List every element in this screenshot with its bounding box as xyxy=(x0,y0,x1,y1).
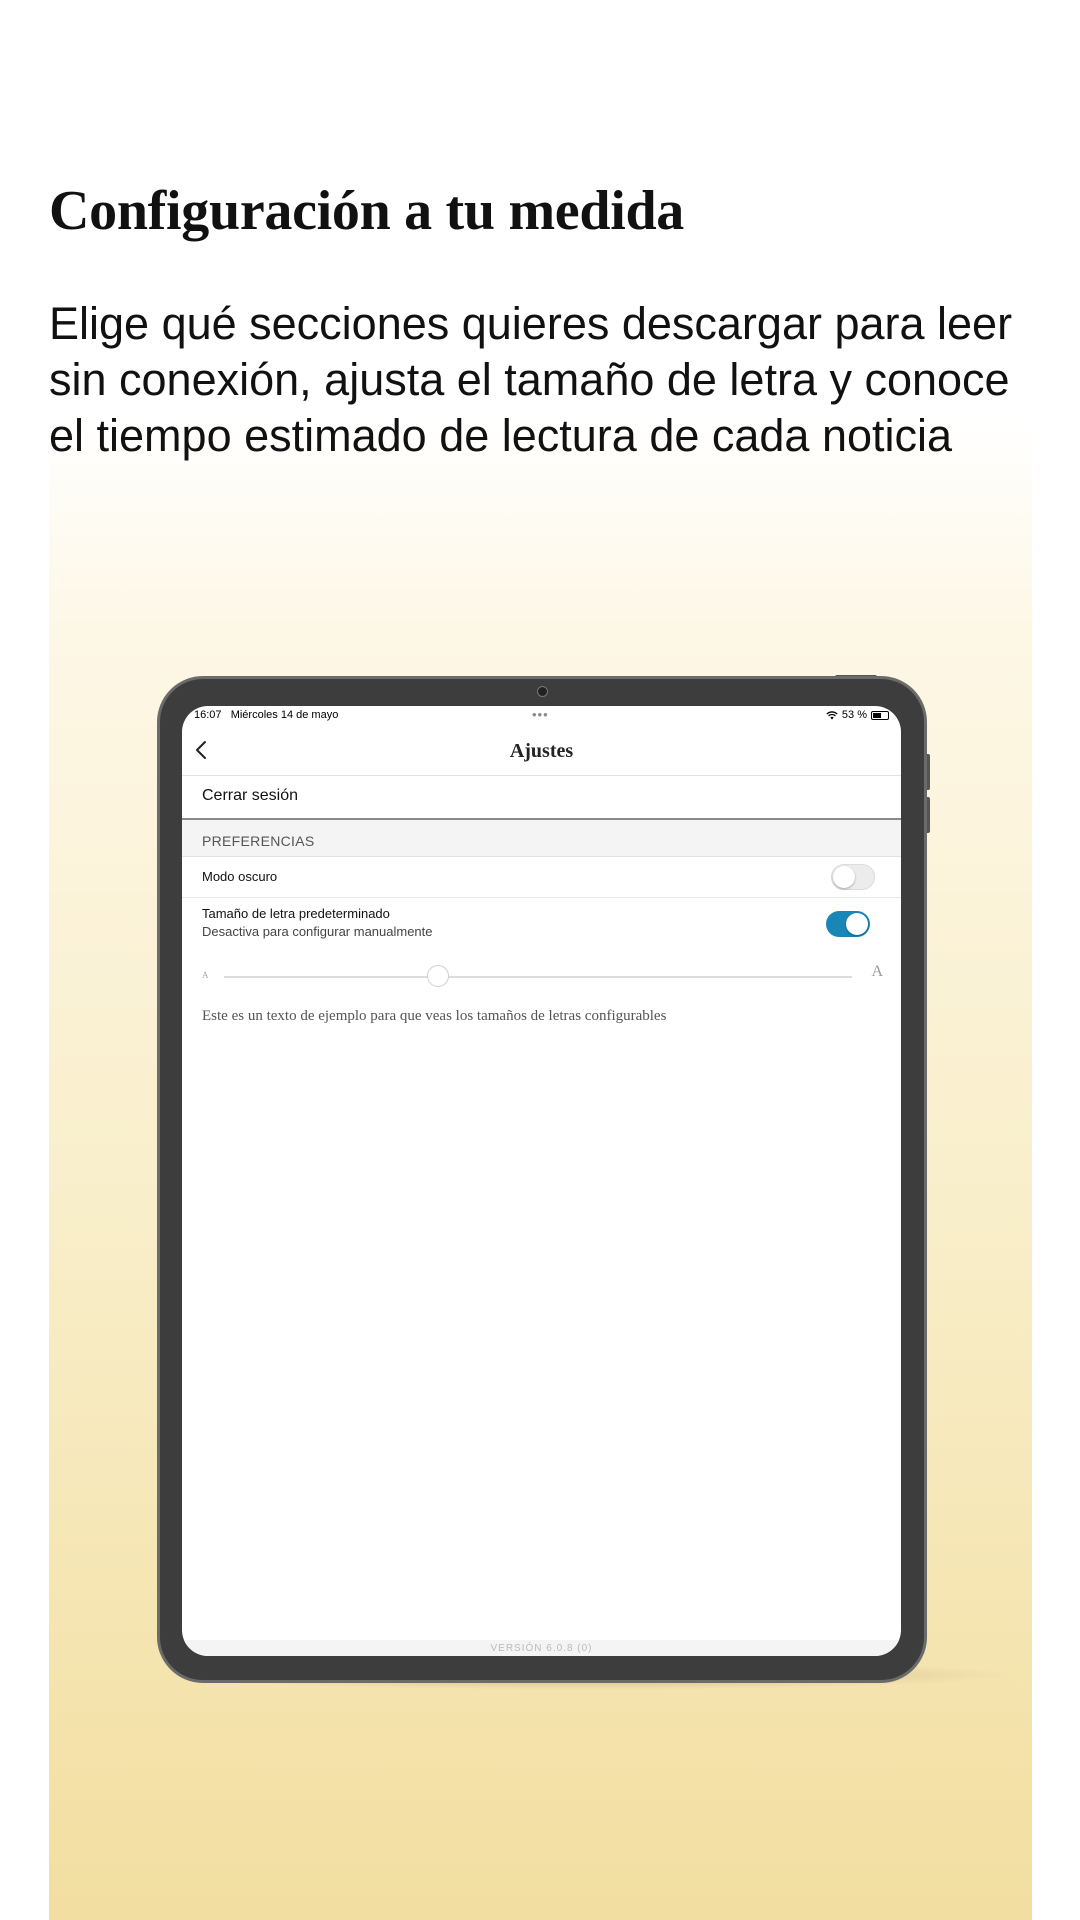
default-font-size-toggle[interactable] xyxy=(826,911,870,937)
default-font-size-label: Tamaño de letra predeterminado xyxy=(202,906,390,921)
sample-text: Este es un texto de ejemplo para que vea… xyxy=(202,1008,667,1024)
font-size-small-icon: A xyxy=(202,970,209,980)
tablet-screen: 16:07 Miércoles 14 de mayo ••• 53 % Ajus… xyxy=(182,706,901,1656)
status-time-date: 16:07 Miércoles 14 de mayo xyxy=(194,709,338,721)
font-size-slider-track[interactable] xyxy=(224,976,852,978)
dark-mode-toggle[interactable] xyxy=(831,864,875,890)
toggle-knob xyxy=(833,866,855,888)
toggle-knob xyxy=(846,913,868,935)
version-label: VERSIÓN 6.0.8 (0) xyxy=(490,1643,593,1654)
status-date: Miércoles 14 de mayo xyxy=(230,709,339,721)
status-right: 53 % xyxy=(826,709,889,721)
wifi-icon xyxy=(826,710,838,719)
status-time: 16:07 xyxy=(194,709,222,721)
font-size-large-icon: A xyxy=(871,963,883,980)
default-font-size-row: Tamaño de letra predeterminado Desactiva… xyxy=(182,898,901,954)
version-footer: VERSIÓN 6.0.8 (0) xyxy=(182,1640,901,1656)
page-title: Ajustes xyxy=(509,740,574,762)
font-size-slider-thumb[interactable] xyxy=(426,965,449,987)
promo-subtitle: Elige qué secciones quieres descargar pa… xyxy=(49,298,1013,461)
section-header-label: PREFERENCIAS xyxy=(202,833,315,849)
camera-icon xyxy=(537,686,548,697)
promo-headline: Configuración a tu medida xyxy=(49,180,684,242)
section-header-preferences: PREFERENCIAS xyxy=(182,820,901,857)
font-size-slider-row: A A xyxy=(182,958,901,988)
default-font-size-sublabel: Desactiva para configurar manualmente xyxy=(202,924,433,939)
logout-label: Cerrar sesión xyxy=(202,787,299,804)
logout-row[interactable]: Cerrar sesión xyxy=(182,776,901,820)
nav-bar: Ajustes xyxy=(182,728,901,776)
dark-mode-label: Modo oscuro xyxy=(202,869,278,884)
status-bar: 16:07 Miércoles 14 de mayo ••• 53 % xyxy=(182,706,901,728)
battery-percentage: 53 % xyxy=(841,709,867,721)
battery-icon xyxy=(871,710,889,720)
dark-mode-row: Modo oscuro xyxy=(182,857,901,898)
multitask-dots-icon[interactable]: ••• xyxy=(532,707,549,722)
